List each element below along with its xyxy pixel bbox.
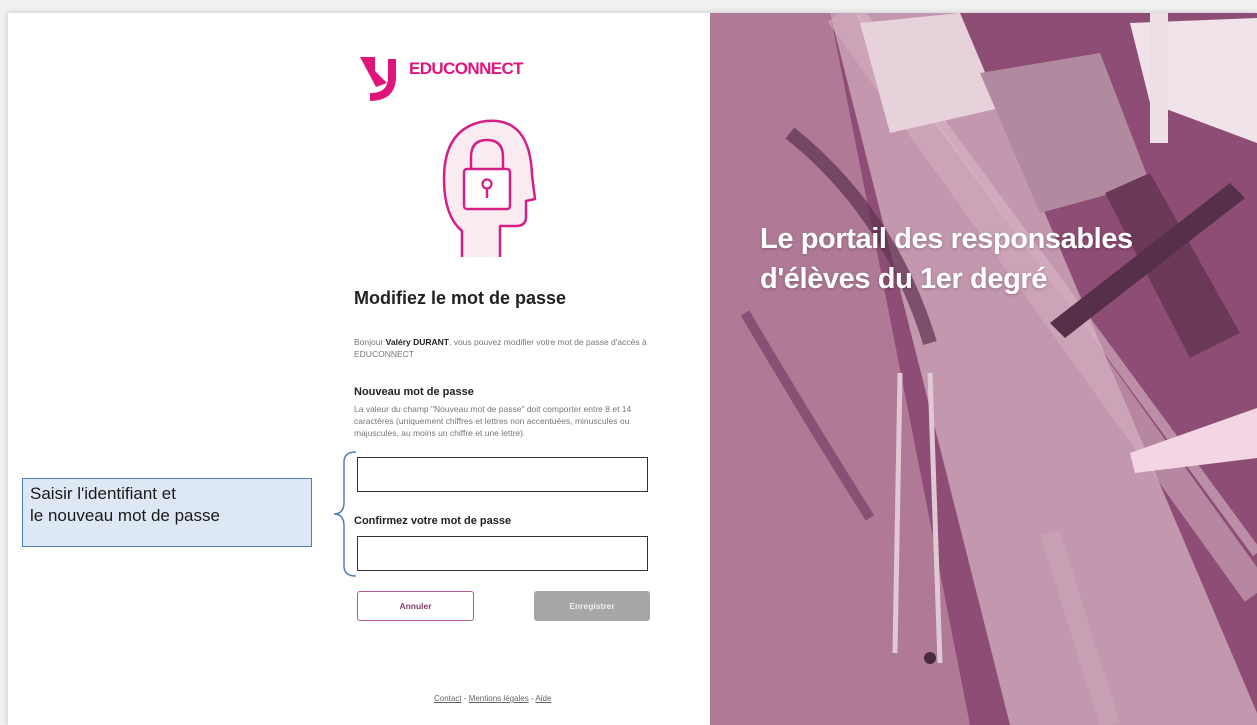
brand-name: EDUCONNECT: [409, 59, 524, 78]
login-window: EDUCONNECT Modifiez le mot de passe Bonj…: [8, 13, 1257, 725]
confirm-password-input[interactable]: [357, 536, 648, 571]
hero-panel: Le portail des responsables d'élèves du …: [710, 13, 1257, 725]
save-button[interactable]: Enregistrer: [534, 591, 650, 621]
annotation-line-1: Saisir l'identifiant et: [30, 484, 176, 503]
user-name: Valéry DURANT: [385, 337, 449, 347]
hero-title: Le portail des responsables d'élèves du …: [760, 219, 1230, 299]
footer-separator: -: [461, 694, 469, 703]
cancel-button[interactable]: Annuler: [357, 591, 474, 621]
head-padlock-icon: [442, 119, 536, 257]
footer-links: Contact - Mentions légales - Aide: [434, 694, 551, 703]
annotation-brace: [333, 451, 357, 577]
legal-link[interactable]: Mentions légales: [469, 694, 529, 703]
annotation-callout: Saisir l'identifiant et le nouveau mot d…: [22, 478, 312, 547]
new-password-label: Nouveau mot de passe: [354, 386, 474, 398]
hero-title-line-1: Le portail des responsables: [760, 223, 1133, 255]
intro-text: Bonjour Valéry DURANT, vous pouvez modif…: [354, 336, 654, 360]
hero-title-line-2: d'élèves du 1er degré: [760, 263, 1048, 295]
contact-link[interactable]: Contact: [434, 694, 462, 703]
confirm-password-label: Confirmez votre mot de passe: [354, 515, 512, 527]
help-link[interactable]: Aide: [535, 694, 551, 703]
new-password-input[interactable]: [357, 457, 648, 492]
annotation-line-2: le nouveau mot de passe: [30, 506, 220, 525]
hero-background-photo: [710, 13, 1257, 725]
page-title: Modifiez le mot de passe: [354, 288, 567, 308]
educonnect-logo-icon: [360, 57, 396, 101]
intro-prefix: Bonjour: [354, 337, 386, 347]
new-password-help: La valeur du champ "Nouveau mot de passe…: [354, 404, 632, 438]
